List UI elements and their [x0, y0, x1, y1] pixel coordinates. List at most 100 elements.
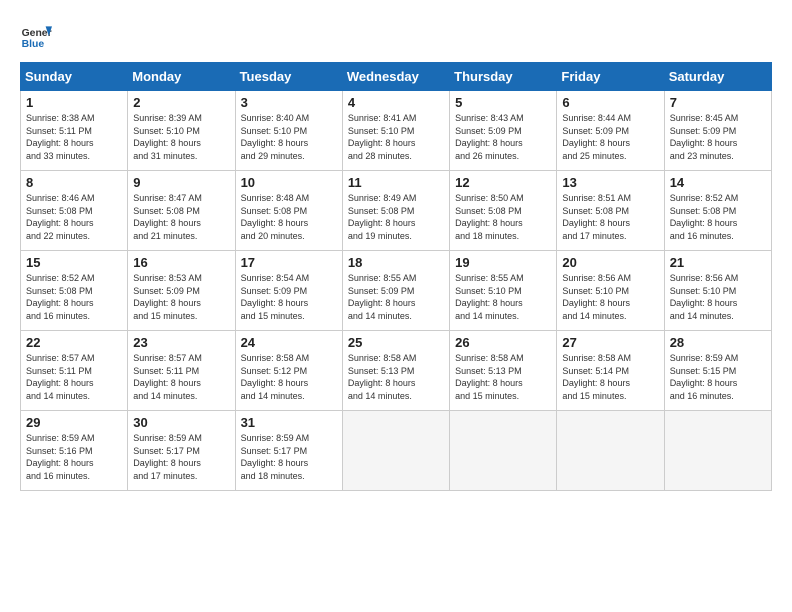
calendar-cell: 1 Sunrise: 8:38 AMSunset: 5:11 PMDayligh…: [21, 91, 128, 171]
calendar-cell: 27 Sunrise: 8:58 AMSunset: 5:14 PMDaylig…: [557, 331, 664, 411]
day-info: Sunrise: 8:54 AMSunset: 5:09 PMDaylight:…: [241, 272, 337, 322]
calendar-cell: 8 Sunrise: 8:46 AMSunset: 5:08 PMDayligh…: [21, 171, 128, 251]
calendar-cell: 25 Sunrise: 8:58 AMSunset: 5:13 PMDaylig…: [342, 331, 449, 411]
day-info: Sunrise: 8:48 AMSunset: 5:08 PMDaylight:…: [241, 192, 337, 242]
day-info: Sunrise: 8:43 AMSunset: 5:09 PMDaylight:…: [455, 112, 551, 162]
calendar-table: SundayMondayTuesdayWednesdayThursdayFrid…: [20, 62, 772, 491]
day-info: Sunrise: 8:59 AMSunset: 5:15 PMDaylight:…: [670, 352, 766, 402]
day-number: 30: [133, 415, 229, 430]
day-info: Sunrise: 8:55 AMSunset: 5:09 PMDaylight:…: [348, 272, 444, 322]
day-info: Sunrise: 8:57 AMSunset: 5:11 PMDaylight:…: [26, 352, 122, 402]
day-number: 12: [455, 175, 551, 190]
calendar-cell: 24 Sunrise: 8:58 AMSunset: 5:12 PMDaylig…: [235, 331, 342, 411]
calendar-cell: 3 Sunrise: 8:40 AMSunset: 5:10 PMDayligh…: [235, 91, 342, 171]
day-number: 15: [26, 255, 122, 270]
day-number: 17: [241, 255, 337, 270]
calendar-cell: 18 Sunrise: 8:55 AMSunset: 5:09 PMDaylig…: [342, 251, 449, 331]
day-info: Sunrise: 8:55 AMSunset: 5:10 PMDaylight:…: [455, 272, 551, 322]
day-number: 19: [455, 255, 551, 270]
calendar-cell: 22 Sunrise: 8:57 AMSunset: 5:11 PMDaylig…: [21, 331, 128, 411]
calendar-cell: 15 Sunrise: 8:52 AMSunset: 5:08 PMDaylig…: [21, 251, 128, 331]
logo: General Blue: [20, 20, 52, 52]
day-number: 9: [133, 175, 229, 190]
day-number: 21: [670, 255, 766, 270]
calendar-cell: 6 Sunrise: 8:44 AMSunset: 5:09 PMDayligh…: [557, 91, 664, 171]
day-info: Sunrise: 8:56 AMSunset: 5:10 PMDaylight:…: [562, 272, 658, 322]
calendar-cell: 29 Sunrise: 8:59 AMSunset: 5:16 PMDaylig…: [21, 411, 128, 491]
day-number: 4: [348, 95, 444, 110]
calendar-week-row: 15 Sunrise: 8:52 AMSunset: 5:08 PMDaylig…: [21, 251, 772, 331]
day-info: Sunrise: 8:39 AMSunset: 5:10 PMDaylight:…: [133, 112, 229, 162]
calendar-cell: 10 Sunrise: 8:48 AMSunset: 5:08 PMDaylig…: [235, 171, 342, 251]
calendar-cell: 23 Sunrise: 8:57 AMSunset: 5:11 PMDaylig…: [128, 331, 235, 411]
day-info: Sunrise: 8:52 AMSunset: 5:08 PMDaylight:…: [26, 272, 122, 322]
day-number: 1: [26, 95, 122, 110]
logo-icon: General Blue: [20, 20, 52, 52]
day-info: Sunrise: 8:57 AMSunset: 5:11 PMDaylight:…: [133, 352, 229, 402]
day-number: 5: [455, 95, 551, 110]
calendar-cell: 12 Sunrise: 8:50 AMSunset: 5:08 PMDaylig…: [450, 171, 557, 251]
page-header: General Blue: [20, 20, 772, 52]
calendar-cell: 20 Sunrise: 8:56 AMSunset: 5:10 PMDaylig…: [557, 251, 664, 331]
calendar-cell: 11 Sunrise: 8:49 AMSunset: 5:08 PMDaylig…: [342, 171, 449, 251]
calendar-cell: 2 Sunrise: 8:39 AMSunset: 5:10 PMDayligh…: [128, 91, 235, 171]
calendar-cell: [342, 411, 449, 491]
day-info: Sunrise: 8:59 AMSunset: 5:17 PMDaylight:…: [133, 432, 229, 482]
calendar-cell: 9 Sunrise: 8:47 AMSunset: 5:08 PMDayligh…: [128, 171, 235, 251]
day-number: 3: [241, 95, 337, 110]
calendar-cell: 26 Sunrise: 8:58 AMSunset: 5:13 PMDaylig…: [450, 331, 557, 411]
day-number: 24: [241, 335, 337, 350]
day-number: 6: [562, 95, 658, 110]
weekday-header-sunday: Sunday: [21, 63, 128, 91]
calendar-cell: 4 Sunrise: 8:41 AMSunset: 5:10 PMDayligh…: [342, 91, 449, 171]
day-number: 22: [26, 335, 122, 350]
day-info: Sunrise: 8:45 AMSunset: 5:09 PMDaylight:…: [670, 112, 766, 162]
day-info: Sunrise: 8:38 AMSunset: 5:11 PMDaylight:…: [26, 112, 122, 162]
day-info: Sunrise: 8:46 AMSunset: 5:08 PMDaylight:…: [26, 192, 122, 242]
day-info: Sunrise: 8:49 AMSunset: 5:08 PMDaylight:…: [348, 192, 444, 242]
day-number: 31: [241, 415, 337, 430]
day-info: Sunrise: 8:58 AMSunset: 5:13 PMDaylight:…: [455, 352, 551, 402]
weekday-header-friday: Friday: [557, 63, 664, 91]
calendar-week-row: 29 Sunrise: 8:59 AMSunset: 5:16 PMDaylig…: [21, 411, 772, 491]
calendar-cell: 30 Sunrise: 8:59 AMSunset: 5:17 PMDaylig…: [128, 411, 235, 491]
svg-text:Blue: Blue: [22, 39, 45, 50]
day-info: Sunrise: 8:56 AMSunset: 5:10 PMDaylight:…: [670, 272, 766, 322]
day-info: Sunrise: 8:47 AMSunset: 5:08 PMDaylight:…: [133, 192, 229, 242]
day-info: Sunrise: 8:58 AMSunset: 5:14 PMDaylight:…: [562, 352, 658, 402]
day-info: Sunrise: 8:59 AMSunset: 5:17 PMDaylight:…: [241, 432, 337, 482]
day-number: 18: [348, 255, 444, 270]
day-number: 29: [26, 415, 122, 430]
calendar-cell: 28 Sunrise: 8:59 AMSunset: 5:15 PMDaylig…: [664, 331, 771, 411]
day-info: Sunrise: 8:59 AMSunset: 5:16 PMDaylight:…: [26, 432, 122, 482]
day-info: Sunrise: 8:50 AMSunset: 5:08 PMDaylight:…: [455, 192, 551, 242]
calendar-cell: 19 Sunrise: 8:55 AMSunset: 5:10 PMDaylig…: [450, 251, 557, 331]
calendar-cell: [557, 411, 664, 491]
day-number: 28: [670, 335, 766, 350]
calendar-cell: 13 Sunrise: 8:51 AMSunset: 5:08 PMDaylig…: [557, 171, 664, 251]
day-number: 25: [348, 335, 444, 350]
calendar-cell: 31 Sunrise: 8:59 AMSunset: 5:17 PMDaylig…: [235, 411, 342, 491]
calendar-cell: [664, 411, 771, 491]
day-number: 8: [26, 175, 122, 190]
day-info: Sunrise: 8:51 AMSunset: 5:08 PMDaylight:…: [562, 192, 658, 242]
calendar-cell: 5 Sunrise: 8:43 AMSunset: 5:09 PMDayligh…: [450, 91, 557, 171]
weekday-header-monday: Monday: [128, 63, 235, 91]
weekday-header-row: SundayMondayTuesdayWednesdayThursdayFrid…: [21, 63, 772, 91]
day-info: Sunrise: 8:44 AMSunset: 5:09 PMDaylight:…: [562, 112, 658, 162]
calendar-cell: 14 Sunrise: 8:52 AMSunset: 5:08 PMDaylig…: [664, 171, 771, 251]
day-info: Sunrise: 8:53 AMSunset: 5:09 PMDaylight:…: [133, 272, 229, 322]
calendar-cell: 16 Sunrise: 8:53 AMSunset: 5:09 PMDaylig…: [128, 251, 235, 331]
weekday-header-wednesday: Wednesday: [342, 63, 449, 91]
day-number: 23: [133, 335, 229, 350]
day-number: 7: [670, 95, 766, 110]
day-info: Sunrise: 8:41 AMSunset: 5:10 PMDaylight:…: [348, 112, 444, 162]
calendar-cell: 17 Sunrise: 8:54 AMSunset: 5:09 PMDaylig…: [235, 251, 342, 331]
calendar-week-row: 8 Sunrise: 8:46 AMSunset: 5:08 PMDayligh…: [21, 171, 772, 251]
calendar-week-row: 22 Sunrise: 8:57 AMSunset: 5:11 PMDaylig…: [21, 331, 772, 411]
day-number: 27: [562, 335, 658, 350]
day-number: 14: [670, 175, 766, 190]
day-number: 16: [133, 255, 229, 270]
weekday-header-thursday: Thursday: [450, 63, 557, 91]
day-info: Sunrise: 8:52 AMSunset: 5:08 PMDaylight:…: [670, 192, 766, 242]
